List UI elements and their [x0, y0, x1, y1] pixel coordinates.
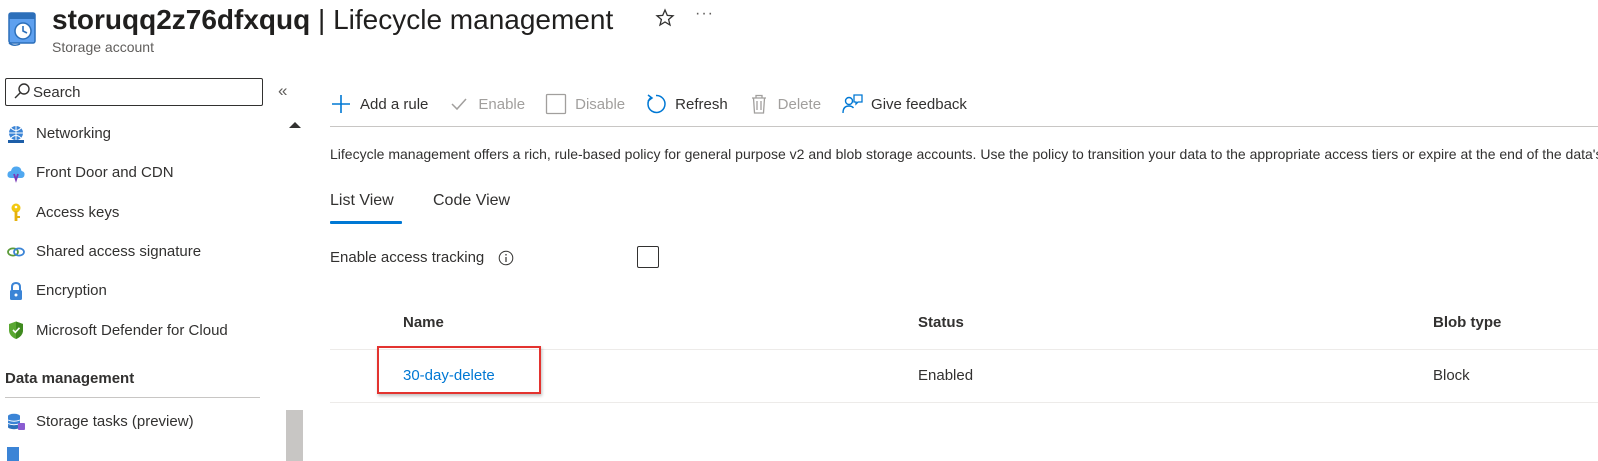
page-description: Lifecycle management offers a rich, rule…: [330, 146, 1598, 162]
storage-tasks-icon: [5, 411, 27, 433]
selected-tab-indicator: [330, 221, 402, 224]
sidebar-item-networking[interactable]: Networking: [0, 114, 282, 153]
rule-status: Enabled: [918, 367, 974, 384]
sidebar-item-access-keys[interactable]: Access keys: [0, 193, 282, 232]
sidebar-item-label: Access keys: [36, 203, 120, 221]
refresh-label: Refresh: [675, 95, 728, 113]
table-row-divider: [330, 402, 1598, 403]
key-icon: [5, 201, 27, 223]
info-icon[interactable]: [498, 250, 514, 266]
scroll-up-icon[interactable]: [289, 122, 301, 128]
disable-button[interactable]: Disable: [545, 93, 625, 115]
column-header-status[interactable]: Status: [918, 314, 964, 331]
add-rule-label: Add a rule: [360, 95, 429, 113]
resource-name: storuqq2z76dfxquq: [52, 4, 311, 35]
sidebar-item-storage-tasks[interactable]: Storage tasks (preview): [0, 402, 194, 441]
delete-label: Delete: [777, 95, 822, 113]
plus-icon: [330, 93, 352, 115]
access-tracking-label: Enable access tracking: [330, 249, 485, 266]
link-chain-icon: [5, 241, 27, 263]
page-name: Lifecycle management: [333, 4, 614, 35]
lock-icon: [5, 280, 27, 302]
sidebar-search[interactable]: [5, 78, 263, 106]
highlight-box: [377, 346, 541, 394]
tab-list-view[interactable]: List View: [330, 192, 394, 210]
column-header-name[interactable]: Name: [403, 314, 444, 331]
give-feedback-button[interactable]: Give feedback: [841, 93, 967, 115]
shield-icon: [5, 319, 27, 341]
sidebar-item-label: Storage tasks (preview): [36, 413, 194, 431]
sidebar-section-title: Data management: [5, 370, 135, 387]
add-rule-button[interactable]: Add a rule: [330, 93, 428, 115]
page-subtitle: Storage account: [52, 39, 154, 55]
page-title: storuqq2z76dfxquq | Lifecycle management: [52, 2, 613, 38]
collapse-sidebar-button[interactable]: «: [278, 81, 287, 101]
star-icon[interactable]: [655, 8, 675, 30]
refresh-button[interactable]: Refresh: [645, 93, 728, 115]
title-separator: |: [310, 4, 334, 35]
disable-label: Disable: [575, 95, 626, 113]
square-icon: [545, 93, 567, 115]
sidebar-scrollbar[interactable]: [286, 118, 303, 461]
column-header-blob-type[interactable]: Blob type: [1433, 314, 1501, 331]
sidebar-item-defender[interactable]: Microsoft Defender for Cloud: [0, 310, 282, 349]
feedback-icon: [841, 93, 863, 115]
enable-label: Enable: [478, 95, 526, 113]
sidebar-item-partial-icon: [5, 445, 25, 461]
search-icon: [14, 83, 30, 99]
sidebar-item-label: Networking: [36, 125, 112, 143]
sidebar-item-front-door[interactable]: Front Door and CDN: [0, 153, 282, 192]
give-feedback-label: Give feedback: [871, 95, 967, 113]
access-tracking-checkbox[interactable]: [637, 246, 659, 268]
networking-icon: [5, 123, 27, 145]
command-bar: Add a rule Enable Disable Refresh Delete…: [330, 88, 987, 120]
sidebar-item-encryption[interactable]: Encryption: [0, 271, 282, 310]
enable-button[interactable]: Enable: [448, 93, 525, 115]
sidebar-item-label: Encryption: [36, 282, 107, 300]
checkmark-icon: [448, 93, 470, 115]
scroll-thumb[interactable]: [286, 410, 303, 461]
storage-account-lifecycle-icon: [6, 10, 40, 48]
sidebar-item-shared-access-signature[interactable]: Shared access signature: [0, 232, 282, 271]
tab-code-view[interactable]: Code View: [433, 192, 510, 210]
sidebar-divider: [5, 397, 260, 398]
delete-button[interactable]: Delete: [748, 93, 821, 115]
sidebar-item-label: Microsoft Defender for Cloud: [36, 321, 228, 339]
sidebar-item-label: Front Door and CDN: [36, 164, 174, 182]
refresh-icon: [645, 93, 667, 115]
sidebar-item-label: Shared access signature: [36, 243, 202, 261]
sidebar-nav: Networking Front Door and CDN Access key…: [0, 114, 282, 350]
toolbar-divider: [330, 126, 1598, 127]
cloud-icon: [5, 162, 27, 184]
trash-icon: [748, 93, 770, 115]
rule-blob-type: Block: [1433, 367, 1470, 384]
more-actions-button[interactable]: ···: [695, 5, 714, 23]
search-input[interactable]: [33, 83, 253, 101]
